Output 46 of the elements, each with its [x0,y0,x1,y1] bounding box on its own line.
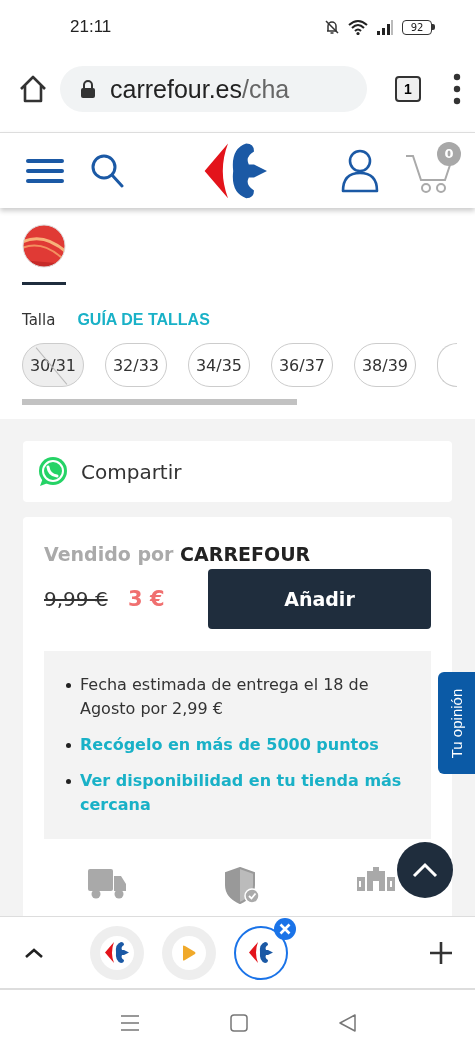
size-option[interactable]: 32/33 [105,343,167,387]
back-icon[interactable] [337,1014,356,1032]
bullet [66,683,71,688]
lock-icon [80,79,96,99]
size-option[interactable]: 34/35 [188,343,250,387]
muted-bell-icon [324,19,340,35]
old-price: 9,99 € [44,587,106,611]
search-icon[interactable] [90,152,124,189]
cart-count-badge: 0 [437,141,461,166]
tab-switcher-button[interactable]: 1 [395,76,421,102]
store-logo [248,941,274,964]
chevron-up-icon[interactable] [24,946,44,959]
clock: 21:11 [70,17,112,37]
home-icon[interactable] [18,74,48,104]
seller-text: Vendido por CARREFOUR [44,543,312,565]
truck-icon [88,867,126,899]
share-card[interactable]: Compartir [23,441,452,502]
wifi-icon [348,19,368,35]
size-option[interactable]: 38/39 [354,343,416,387]
bullet [66,779,71,784]
home-nav-icon[interactable] [229,1014,248,1032]
sale-price: 3 € [128,587,165,611]
delivery-text: Fecha estimada de entrega el 18 de Agosto por 2,99 € [80,674,370,720]
bullet [66,743,71,748]
shield-check-icon [223,867,260,905]
add-to-cart-button[interactable]: Añadir [208,569,431,629]
recents-icon[interactable] [119,1015,140,1031]
chat-icon [37,455,69,488]
close-icon[interactable] [273,916,297,941]
account-icon[interactable] [341,148,379,193]
store-logo [104,941,130,964]
store-building-icon [357,867,395,891]
play-icon [182,944,196,961]
browser-tab[interactable] [234,925,288,980]
feedback-tab[interactable]: Tu opinión [438,672,475,774]
signal-icon [376,19,394,35]
menu-icon[interactable] [26,157,64,184]
share-label: Compartir [81,459,182,484]
url-text: carrefour.es/cha [110,74,290,104]
more-menu-icon[interactable] [453,73,461,105]
chevron-up-icon [412,862,438,878]
battery-level: 92 [402,19,432,35]
address-bar[interactable]: carrefour.es/cha [60,66,367,112]
new-tab-icon[interactable] [429,940,453,965]
size-label: Talla [22,311,56,329]
size-option[interactable]: 36/37 [271,343,333,387]
